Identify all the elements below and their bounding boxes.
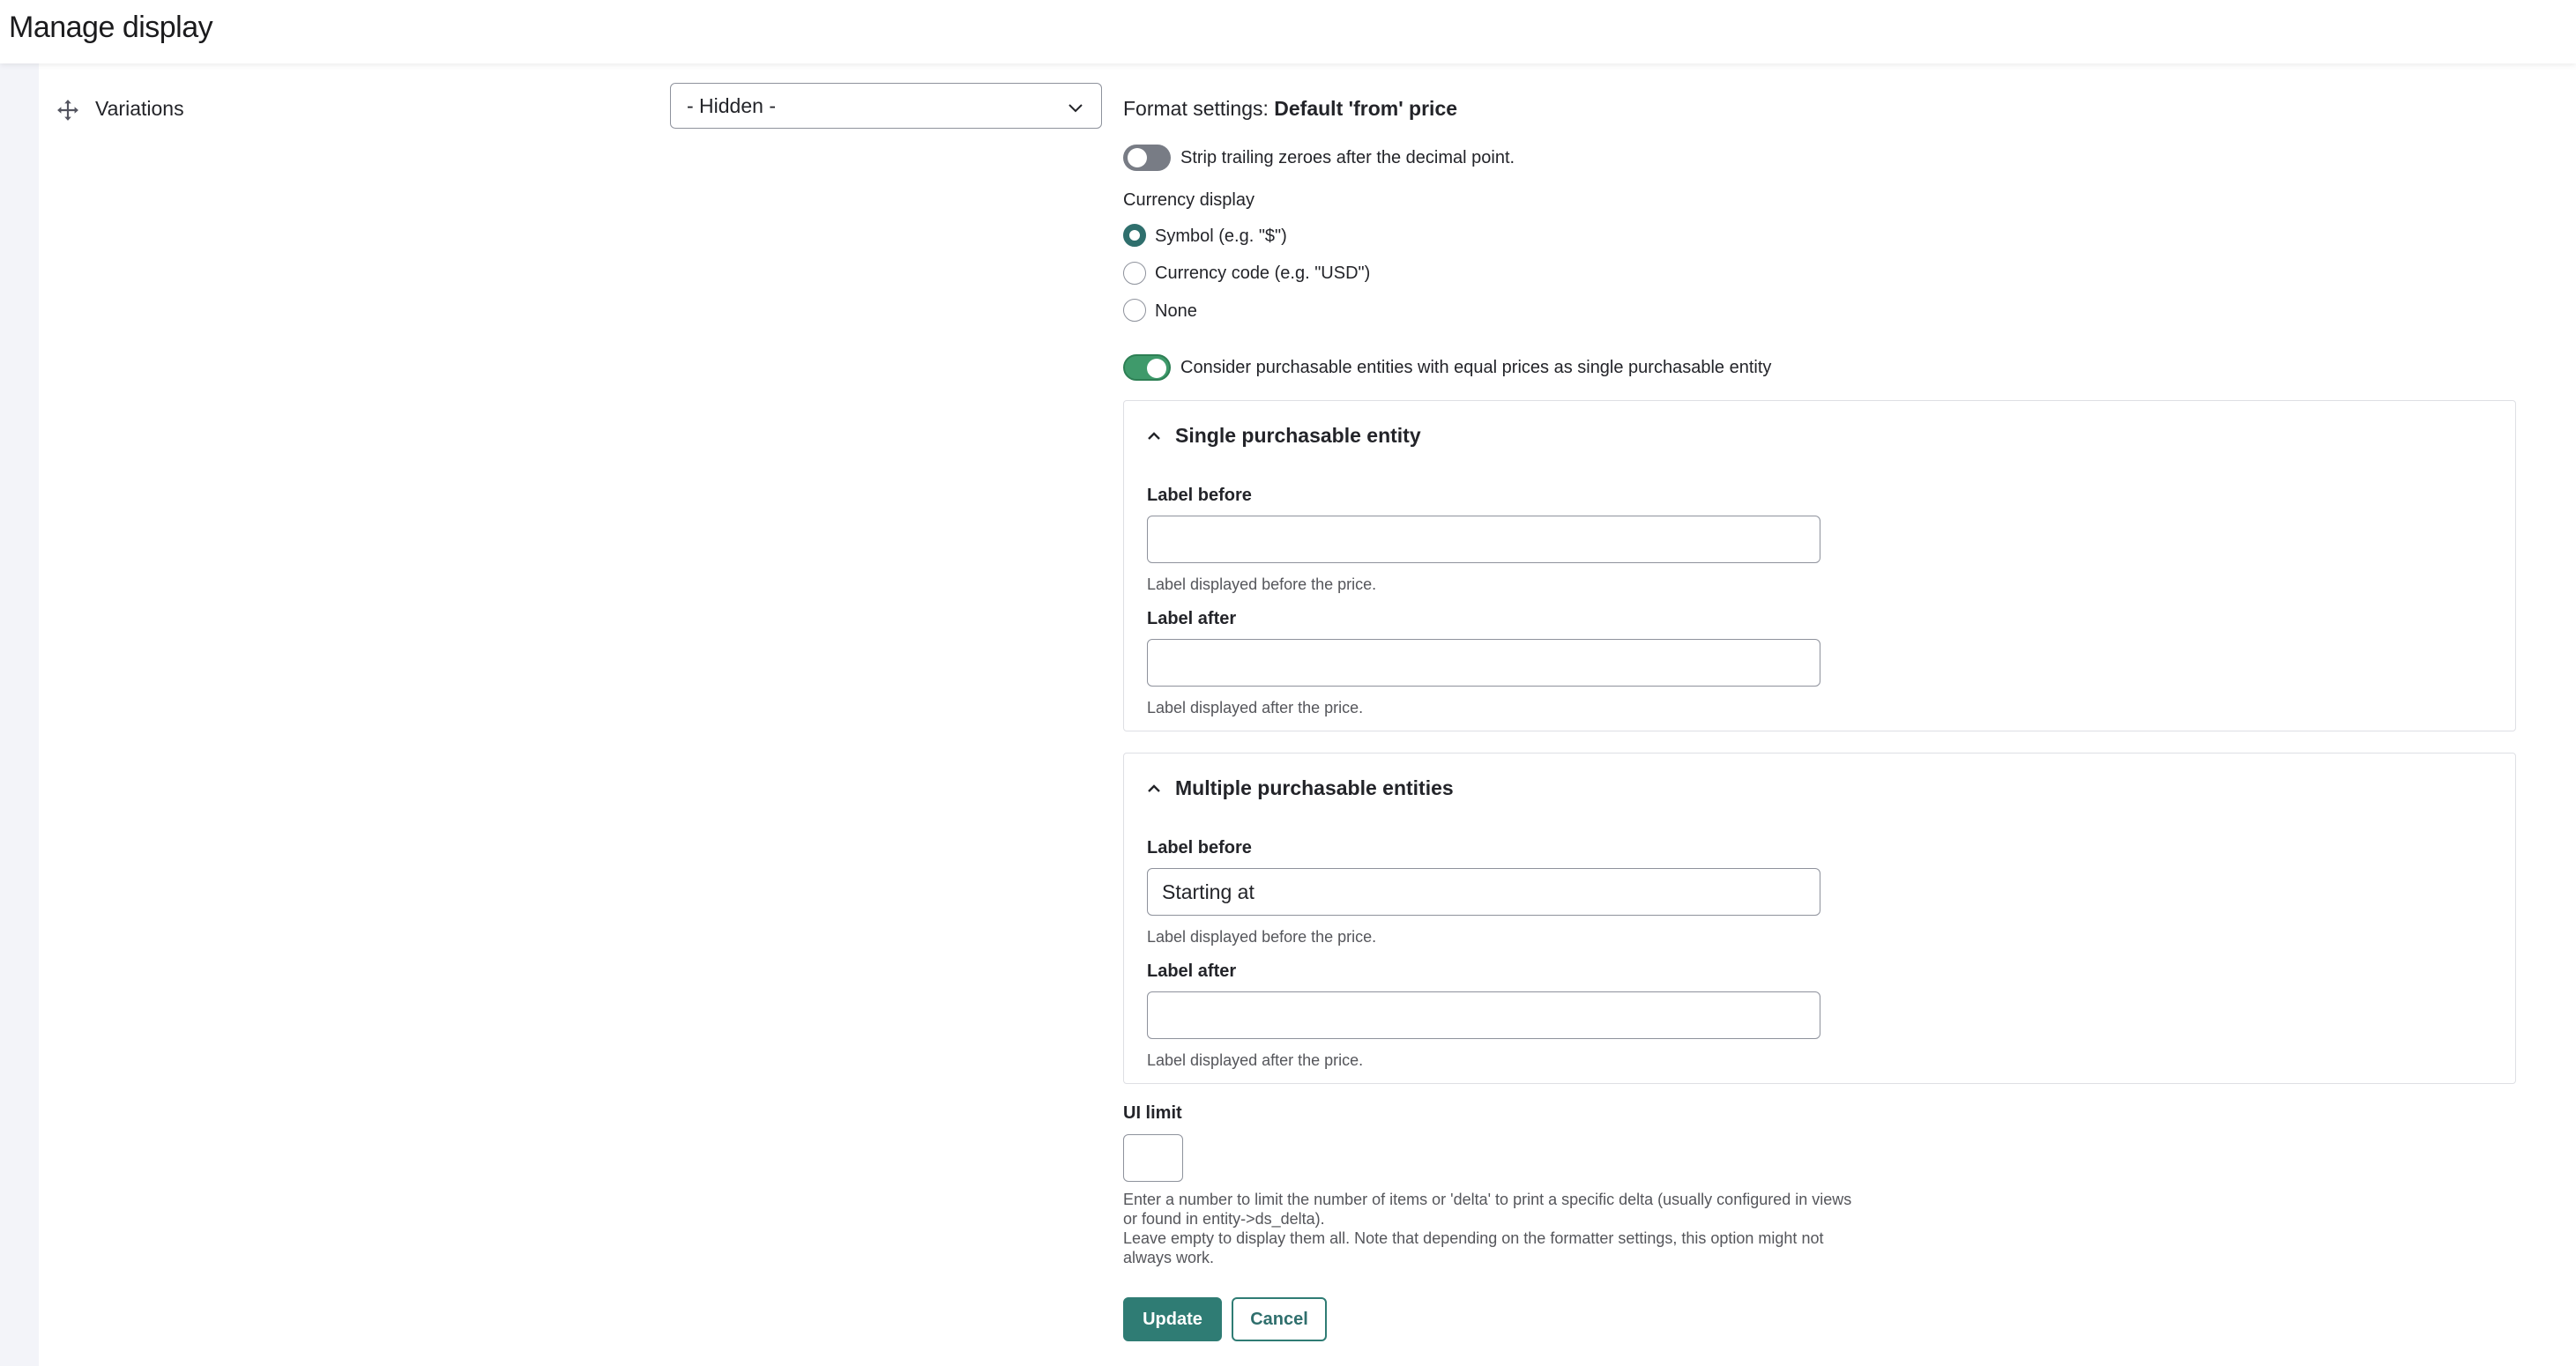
single-label-after-title: Label after [1147, 609, 1237, 628]
single-label-before-title: Label before [1147, 486, 1252, 505]
drag-handle-icon[interactable] [56, 99, 79, 122]
multiple-label-before-input[interactable] [1147, 868, 1820, 916]
ui-limit-help-line: Enter a number to limit the number of it… [1123, 1191, 1852, 1208]
currency-symbol-radio[interactable] [1123, 224, 1146, 247]
ui-limit-help: Enter a number to limit the number of it… [1123, 1190, 1851, 1267]
update-button[interactable]: Update [1123, 1297, 1222, 1341]
ui-limit-input[interactable] [1123, 1134, 1183, 1182]
multiple-label-after-title: Label after [1147, 961, 1237, 981]
strip-zeroes-toggle[interactable] [1123, 145, 1171, 171]
currency-symbol-label: Symbol (e.g. "$") [1155, 226, 1287, 246]
chevron-up-icon[interactable] [1145, 427, 1163, 445]
chevron-up-icon[interactable] [1145, 780, 1163, 798]
cancel-button[interactable]: Cancel [1232, 1297, 1327, 1341]
equal-prices-toggle[interactable] [1123, 354, 1171, 381]
multiple-entities-fieldset: Multiple purchasable entities Label befo… [1123, 753, 2516, 1084]
single-label-before-input[interactable] [1147, 516, 1820, 563]
top-bar: Manage display [0, 0, 2576, 63]
formatter-name: Default 'from' price [1274, 97, 1458, 120]
multiple-label-after-input[interactable] [1147, 991, 1820, 1039]
single-entity-fieldset: Single purchasable entity Label before L… [1123, 400, 2516, 731]
strip-zeroes-label: Strip trailing zeroes after the decimal … [1180, 148, 1515, 167]
single-label-after-input[interactable] [1147, 639, 1820, 687]
toggle-knob [1147, 359, 1166, 378]
multiple-label-after-help: Label displayed after the price. [1147, 1051, 1364, 1069]
single-label-before-help: Label displayed before the price. [1147, 575, 1377, 593]
currency-code-radio[interactable] [1123, 262, 1146, 285]
currency-none-radio[interactable] [1123, 299, 1146, 322]
region-select-value: - Hidden - [687, 94, 776, 117]
toggle-knob [1128, 148, 1147, 167]
field-settings-panel: Variations - Hidden - Format settings: D… [39, 63, 2576, 1366]
ui-limit-help-line: Leave empty to display them all. Note th… [1123, 1229, 1824, 1247]
ui-limit-help-line: always work. [1123, 1249, 1215, 1266]
format-settings-prefix: Format settings: [1123, 97, 1269, 120]
currency-code-label: Currency code (e.g. "USD") [1155, 264, 1371, 283]
equal-prices-label: Consider purchasable entities with equal… [1180, 358, 1772, 377]
field-label-variations: Variations [95, 97, 184, 120]
multiple-label-before-title: Label before [1147, 838, 1252, 857]
ui-limit-title: UI limit [1123, 1103, 1182, 1123]
single-entity-legend[interactable]: Single purchasable entity [1175, 424, 1421, 448]
single-label-after-help: Label displayed after the price. [1147, 699, 1364, 716]
currency-none-label: None [1155, 301, 1197, 321]
chevron-down-icon [1068, 104, 1083, 113]
region-select[interactable]: - Hidden - [670, 83, 1102, 129]
multiple-label-before-help: Label displayed before the price. [1147, 928, 1377, 946]
currency-display-title: Currency display [1123, 190, 1254, 210]
ui-limit-help-line: or found in entity->ds_delta). [1123, 1210, 1325, 1228]
multiple-entities-legend[interactable]: Multiple purchasable entities [1175, 776, 1454, 800]
page-title: Manage display [9, 11, 213, 44]
format-settings-heading: Format settings: Default 'from' price [1123, 97, 1457, 121]
